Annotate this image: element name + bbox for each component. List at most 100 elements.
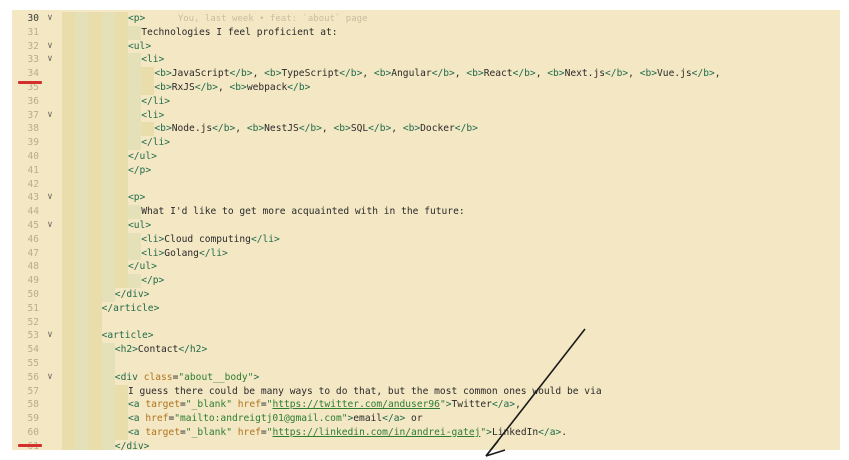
indent-guide bbox=[62, 370, 76, 385]
fold-chevron-icon[interactable]: ∨ bbox=[45, 219, 55, 233]
code-line[interactable]: 41 </p> bbox=[12, 163, 840, 178]
code-line[interactable]: 55 bbox=[12, 357, 840, 371]
code-editor[interactable]: 30 ∨ <p> You, last week • feat: `about` pa… bbox=[12, 10, 840, 450]
code-text[interactable]: <b>Node.js</b>, <b>NestJS</b>, <b>SQL</b… bbox=[154, 122, 478, 136]
code-line[interactable]: 61</div> bbox=[12, 439, 840, 450]
line-number: 49 bbox=[27, 275, 39, 287]
code-text[interactable]: </ul> bbox=[128, 150, 157, 164]
fold-chevron-icon[interactable]: ∨ bbox=[45, 371, 55, 385]
indent-guide bbox=[75, 136, 89, 150]
code-text[interactable]: <a href="mailto:andreigtj01@gmail.com">e… bbox=[128, 412, 423, 426]
indent-guide bbox=[114, 122, 128, 137]
indent-guide bbox=[75, 439, 89, 450]
indent-guide bbox=[62, 122, 76, 137]
code-line[interactable]: 47 <li>Golang</li> bbox=[12, 246, 840, 261]
fold-chevron-icon[interactable]: ∨ bbox=[45, 53, 55, 67]
code-text[interactable]: <p> bbox=[128, 191, 145, 205]
code-text[interactable]: <ul> bbox=[128, 219, 151, 233]
code-text[interactable]: </div> bbox=[115, 440, 150, 450]
indent-guide bbox=[101, 246, 115, 261]
code-line[interactable]: 53 ∨ <article> bbox=[12, 329, 840, 344]
line-number: 30 bbox=[27, 13, 39, 24]
code-line[interactable]: 57 I guess there could be many ways to do… bbox=[12, 384, 840, 399]
indent-guide bbox=[114, 67, 128, 81]
code-line[interactable]: 49 </p> bbox=[12, 274, 840, 288]
code-line[interactable]: 50 </div> bbox=[12, 288, 840, 302]
code-line[interactable]: 32 ∨ <ul> bbox=[12, 39, 840, 54]
indent-guide bbox=[62, 329, 76, 344]
code-line[interactable]: 46 <li>Cloud computing</li> bbox=[12, 232, 840, 247]
code-line[interactable]: 39 </li> bbox=[12, 136, 840, 150]
code-text[interactable]: <ul> bbox=[128, 40, 151, 54]
indent-guide bbox=[62, 260, 76, 275]
code-line[interactable]: 58 <a target="_blank" href="https://twitt… bbox=[12, 398, 840, 413]
code-text[interactable]: <li> bbox=[141, 109, 164, 123]
code-line[interactable]: 44 What I'd like to get more acquainted w… bbox=[12, 205, 840, 219]
indent-guide bbox=[75, 288, 89, 302]
indent-guide bbox=[75, 219, 89, 233]
code-text[interactable]: <li>Golang</li> bbox=[141, 247, 228, 261]
line-number: 52 bbox=[27, 316, 39, 328]
indent-guide bbox=[114, 274, 128, 288]
indent-guide bbox=[101, 439, 115, 450]
line-number: 42 bbox=[27, 178, 39, 190]
code-text[interactable]: </article> bbox=[102, 302, 160, 316]
code-line[interactable]: 34 <b>JavaScript</b>, <b>TypeScript</b>, … bbox=[12, 67, 840, 81]
code-line[interactable]: 37 ∨ <li> bbox=[12, 108, 840, 123]
code-line[interactable]: 45 ∨ <ul> bbox=[12, 219, 840, 233]
code-text[interactable]: </li> bbox=[141, 95, 170, 109]
code-line[interactable]: 54 <h2>Contact</h2> bbox=[12, 343, 840, 357]
fold-chevron-icon[interactable]: ∨ bbox=[45, 40, 55, 54]
indent-guide bbox=[88, 81, 102, 95]
code-line[interactable]: 30 ∨ <p> You, last week • feat: `about` pa… bbox=[12, 12, 840, 26]
code-text[interactable]: </li> bbox=[141, 136, 170, 150]
indent-guide bbox=[114, 219, 128, 233]
indent-guide bbox=[128, 205, 142, 219]
indent-guide bbox=[114, 150, 128, 164]
code-text[interactable]: </p> bbox=[141, 274, 164, 288]
fold-chevron-icon[interactable]: ∨ bbox=[45, 109, 55, 123]
code-text[interactable]: </div> bbox=[115, 288, 150, 302]
code-text[interactable]: </ul> bbox=[128, 260, 157, 274]
code-text[interactable]: <a target="_blank" href="https://twitter… bbox=[128, 398, 521, 412]
code-text[interactable]: <b>JavaScript</b>, <b>TypeScript</b>, <b… bbox=[154, 67, 720, 81]
code-line[interactable]: 33 ∨ <li> bbox=[12, 53, 840, 68]
indent-guide bbox=[75, 94, 89, 109]
indent-guide bbox=[75, 301, 89, 316]
code-line[interactable]: 38 <b>Node.js</b>, <b>NestJS</b>, <b>SQL<… bbox=[12, 122, 840, 137]
code-text[interactable]: <div class="about__body"> bbox=[115, 371, 259, 385]
indent-guide bbox=[62, 219, 76, 233]
code-text[interactable]: <b>RxJS</b>, <b>webpack</b> bbox=[154, 81, 310, 95]
code-line[interactable]: 35 <b>RxJS</b>, <b>webpack</b> bbox=[12, 81, 840, 95]
code-line[interactable]: 31 Technologies I feel proficient at: bbox=[12, 25, 840, 40]
code-line[interactable]: 56 ∨ <div class="about__body"> bbox=[12, 370, 840, 385]
code-line[interactable]: 48 </ul> bbox=[12, 260, 840, 275]
code-text[interactable]: <li> bbox=[141, 53, 164, 67]
indent-guide bbox=[88, 25, 102, 40]
indent-guide bbox=[141, 81, 155, 95]
code-text[interactable]: I guess there could be many ways to do t… bbox=[128, 385, 602, 399]
code-text[interactable]: <h2>Contact</h2> bbox=[115, 343, 207, 357]
code-text[interactable]: Technologies I feel proficient at: bbox=[141, 26, 337, 40]
indent-guide bbox=[75, 315, 89, 330]
fold-chevron-icon[interactable]: ∨ bbox=[45, 12, 55, 26]
code-text[interactable]: </p> bbox=[128, 164, 151, 178]
code-text[interactable]: <p> You, last week • feat: `about` page bbox=[128, 12, 368, 27]
indent-guide bbox=[101, 67, 115, 81]
code-line[interactable]: 59 <a href="mailto:andreigtj01@gmail.com"… bbox=[12, 412, 840, 426]
code-line[interactable]: 36 </li> bbox=[12, 94, 840, 109]
code-line[interactable]: 42 bbox=[12, 177, 840, 192]
code-text[interactable]: <li>Cloud computing</li> bbox=[141, 233, 280, 247]
code-text[interactable]: What I'd like to get more acquainted wit… bbox=[141, 205, 464, 219]
fold-chevron-icon[interactable]: ∨ bbox=[45, 191, 55, 205]
code-text[interactable]: <article> bbox=[102, 329, 154, 343]
code-line[interactable]: 43 ∨ <p> bbox=[12, 191, 840, 206]
code-line[interactable]: 52 bbox=[12, 315, 840, 330]
code-line[interactable]: 51 </article> bbox=[12, 301, 840, 316]
code-text[interactable]: <a target="_blank" href="https://linkedi… bbox=[128, 426, 567, 440]
fold-chevron-icon[interactable]: ∨ bbox=[45, 329, 55, 343]
indent-guide bbox=[88, 150, 102, 164]
code-line[interactable]: 40 </ul> bbox=[12, 150, 840, 164]
indent-guide bbox=[114, 177, 128, 192]
code-line[interactable]: 60 <a target="_blank" href="https://linke… bbox=[12, 426, 840, 440]
